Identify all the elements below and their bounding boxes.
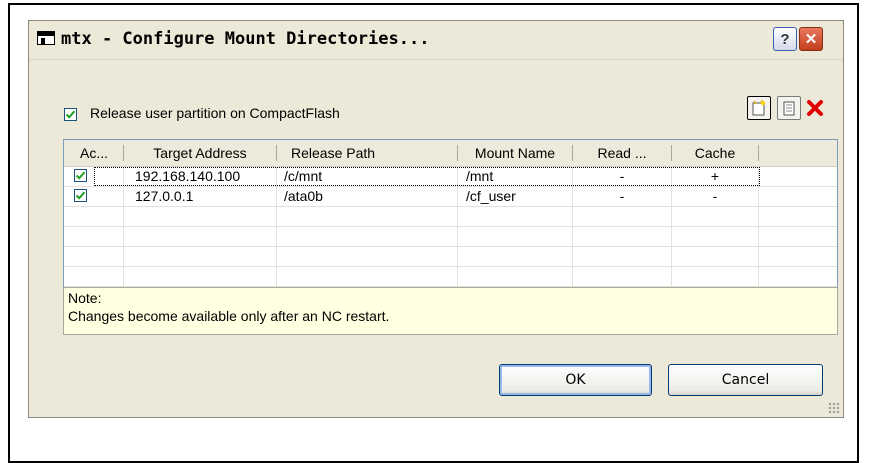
column-header-cache[interactable]: Cache (672, 140, 758, 166)
checkmark-icon (65, 110, 76, 119)
window-title: mtx - Configure Mount Directories... (61, 29, 430, 49)
delete-entry-button[interactable] (803, 96, 827, 120)
release-partition-label: Release user partition on CompactFlash (90, 105, 340, 121)
ok-button[interactable]: OK (499, 364, 652, 396)
row-active-checkbox[interactable] (74, 189, 87, 202)
cell-read-only: - (619, 188, 625, 204)
note-text: Changes become available only after an N… (68, 308, 390, 324)
column-header-active[interactable]: Ac... (64, 140, 124, 166)
checkmark-icon (75, 171, 86, 180)
cell-release-path: /c/mnt (284, 168, 323, 184)
checkmark-icon (75, 191, 86, 200)
cell-target-address: 127.0.0.1 (135, 188, 194, 204)
table-row[interactable]: 127.0.0.1 /ata0b /cf_user - - (64, 186, 837, 206)
close-button[interactable]: ✕ (799, 27, 823, 51)
cell-release-path: /ata0b (284, 188, 323, 204)
cancel-button[interactable]: Cancel (668, 364, 823, 396)
note-panel: Note: Changes become available only afte… (63, 287, 838, 335)
row-active-checkbox[interactable] (74, 169, 87, 182)
column-header-read-only[interactable]: Read ... (573, 140, 671, 166)
resize-grip[interactable] (828, 402, 840, 414)
table-header: Ac... Target Address Release Path Mount … (64, 140, 837, 167)
new-entry-icon (752, 100, 766, 116)
cell-cache: + (710, 168, 720, 184)
delete-entry-icon (807, 100, 823, 116)
cell-mount-name: /mnt (466, 168, 494, 184)
cell-read-only: - (619, 168, 625, 184)
column-header-target-address[interactable]: Target Address (124, 140, 276, 166)
release-partition-checkbox[interactable] (64, 108, 77, 121)
mount-directories-table[interactable]: Ac... Target Address Release Path Mount … (63, 139, 838, 289)
new-entry-button[interactable] (747, 96, 771, 120)
column-header-release-path[interactable]: Release Path (277, 140, 457, 166)
window-icon (37, 31, 55, 45)
table-row[interactable]: 192.168.140.100 /c/mnt /mnt - + (64, 166, 837, 186)
cell-mount-name: /cf_user (466, 188, 516, 204)
column-header-mount-name[interactable]: Mount Name (458, 140, 572, 166)
note-title: Note: (68, 290, 102, 306)
cell-target-address: 192.168.140.100 (135, 168, 241, 184)
cell-cache: - (712, 188, 718, 204)
title-bar[interactable]: mtx - Configure Mount Directories... ? ✕ (29, 21, 843, 60)
help-button[interactable]: ? (773, 27, 797, 51)
dialog-window: mtx - Configure Mount Directories... ? ✕… (28, 20, 844, 418)
copy-entry-button[interactable] (777, 96, 801, 120)
copy-entry-icon (783, 101, 795, 116)
